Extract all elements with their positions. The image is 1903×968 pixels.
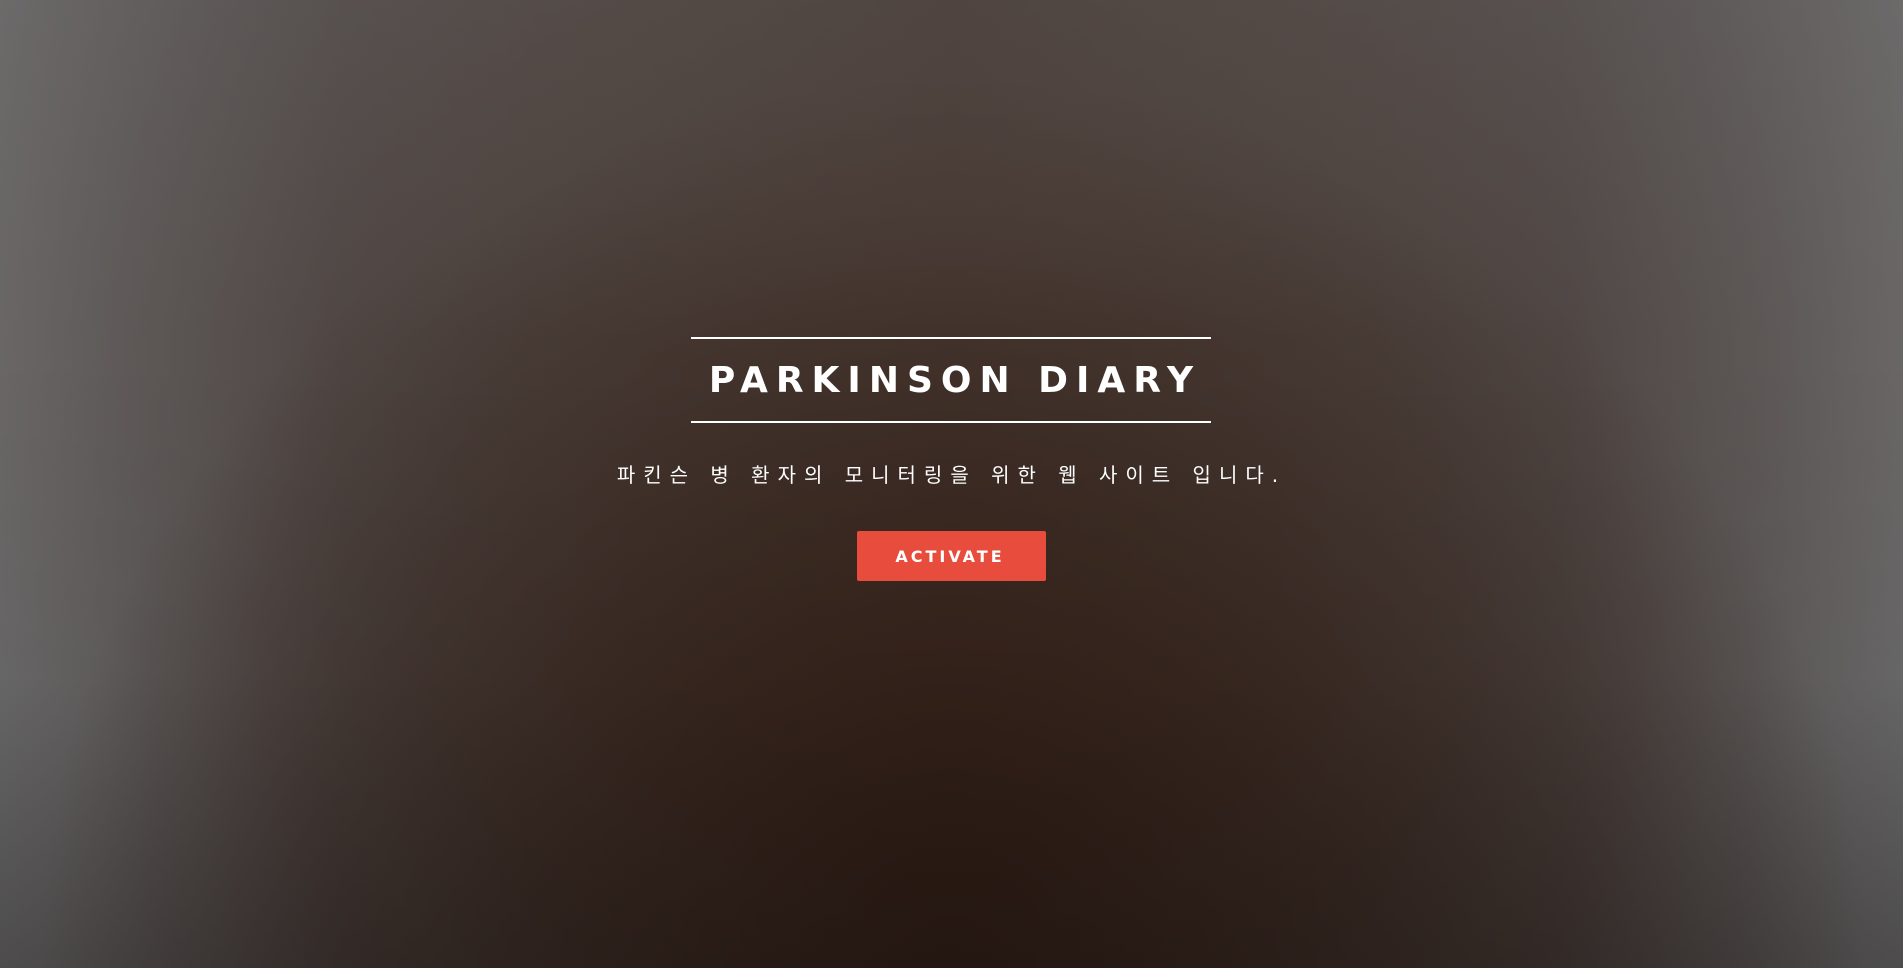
brand-box: PARKINSON DIARY <box>691 337 1211 423</box>
site-title: PARKINSON DIARY <box>708 359 1202 401</box>
site-subtitle: 파킨슨 병 환자의 모니터링을 위한 웹 사이트 입니다. <box>616 463 1287 487</box>
activate-button[interactable]: ACTIVATE <box>857 531 1046 581</box>
